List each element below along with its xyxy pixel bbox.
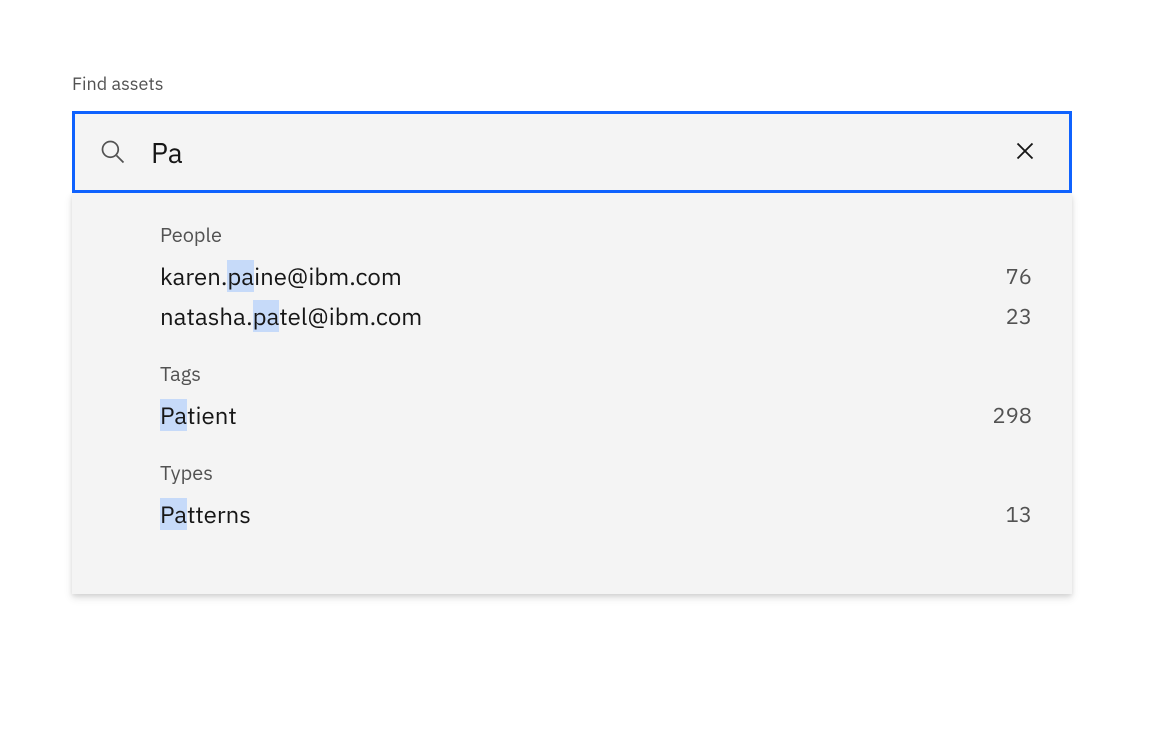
group-people: People karen.paine@ibm.com 76 natasha.pa… [160, 221, 1032, 336]
suggestion-item[interactable]: Patterns 13 [160, 494, 1032, 534]
group-types: Types Patterns 13 [160, 459, 1032, 534]
suggestion-item[interactable]: karen.paine@ibm.com 76 [160, 256, 1032, 296]
suggestion-item[interactable]: natasha.patel@ibm.com 23 [160, 296, 1032, 336]
group-label: People [160, 221, 1032, 248]
clear-button[interactable] [1005, 131, 1045, 174]
search-input[interactable] [151, 134, 1005, 171]
suggestion-count: 298 [992, 401, 1032, 430]
suggestion-text: Patterns [160, 498, 251, 530]
close-icon [1013, 139, 1037, 166]
search-icon [99, 138, 127, 166]
search-label: Find assets [72, 72, 1072, 95]
search-container: Find assets People karen.paine@ibm.com 7… [72, 72, 1072, 594]
suggestion-count: 76 [1006, 262, 1032, 291]
group-tags: Tags Patient 298 [160, 360, 1032, 435]
suggestion-item[interactable]: Patient 298 [160, 395, 1032, 435]
suggestion-count: 23 [1006, 302, 1032, 331]
suggestion-count: 13 [1006, 500, 1032, 529]
suggestion-text: Patient [160, 399, 237, 431]
suggestion-text: karen.paine@ibm.com [160, 260, 402, 292]
search-box [72, 111, 1072, 193]
suggestion-text: natasha.patel@ibm.com [160, 300, 422, 332]
group-label: Types [160, 459, 1032, 486]
suggestions-dropdown: People karen.paine@ibm.com 76 natasha.pa… [72, 193, 1072, 594]
group-label: Tags [160, 360, 1032, 387]
